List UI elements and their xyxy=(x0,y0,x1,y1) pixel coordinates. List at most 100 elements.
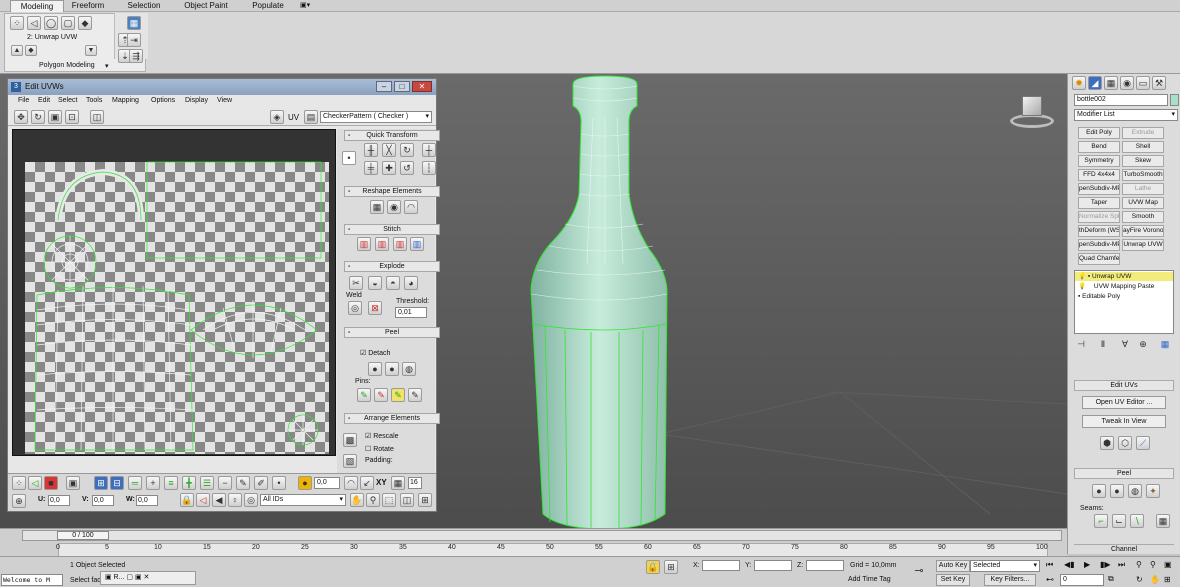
modifier-list-dropdown[interactable]: Modifier List ▾ xyxy=(1074,109,1178,121)
modifier-button[interactable]: Lathe xyxy=(1122,183,1164,195)
sel-element-icon[interactable]: ▣ xyxy=(66,476,80,490)
v-input[interactable]: 0,0 xyxy=(92,495,114,506)
explode-rollout[interactable]: - Explode xyxy=(344,261,440,272)
maximize-button[interactable]: □ xyxy=(394,81,410,92)
reshape-elements-rollout[interactable]: - Reshape Elements xyxy=(344,186,440,197)
tab-object-paint[interactable]: Object Paint xyxy=(178,0,234,12)
explode-icon[interactable]: ◕ xyxy=(404,276,418,290)
zoom-region-icon[interactable]: ⬚ xyxy=(382,493,396,507)
zoom-extents-icon[interactable]: ◫ xyxy=(400,493,414,507)
stitch-avg-icon[interactable]: ▥ xyxy=(375,237,389,251)
auto-key-button[interactable]: Auto Key xyxy=(936,560,970,572)
qt-align-h-icon[interactable]: ╫ xyxy=(364,143,378,157)
peel-rollout[interactable]: - Peel xyxy=(344,327,440,338)
tab-selection[interactable]: Selection xyxy=(122,0,166,12)
texture-lock-icon[interactable]: ▦ xyxy=(391,476,405,490)
plus-icon[interactable]: + xyxy=(146,476,160,490)
maximize-viewport-icon[interactable]: ▣ xyxy=(1164,560,1172,569)
sel-edge-icon[interactable]: ◁ xyxy=(28,476,42,490)
add-time-tag-button[interactable]: Add Time Tag xyxy=(848,576,891,583)
zoom-input[interactable]: 16 xyxy=(408,477,422,489)
modifier-button[interactable]: Edit Poly xyxy=(1078,127,1120,139)
channel-rollout-header[interactable]: Channel xyxy=(1074,544,1174,554)
x-coordinate-input[interactable] xyxy=(702,560,740,571)
rotate-icon[interactable]: ↻ xyxy=(31,110,45,124)
minimize-button[interactable]: – xyxy=(376,81,392,92)
object-name-input[interactable]: bottle002 xyxy=(1074,94,1168,106)
falloff-input[interactable]: 0,0 xyxy=(314,477,340,489)
threshold-input[interactable]: 0,01 xyxy=(395,307,427,318)
qt-align-icon[interactable]: • xyxy=(342,151,356,165)
arrange-elements-rollout[interactable]: - Arrange Elements xyxy=(344,413,440,424)
panel-dropdown-icon[interactable]: ▾ xyxy=(105,62,109,70)
stack-pin-icon[interactable]: ◆ xyxy=(25,45,37,56)
stack-select-icon[interactable]: ▦ xyxy=(127,16,141,30)
edit-uvws-window[interactable]: 3 Edit UVWs – □ ✕ File Edit Select Tools… xyxy=(7,78,440,512)
menu-mapping[interactable]: Mapping xyxy=(112,97,139,104)
falloff-space-icon[interactable]: ↙ xyxy=(360,476,374,490)
minus-icon[interactable]: − xyxy=(218,476,232,490)
uv-tool1-icon[interactable]: ⬢ xyxy=(1100,436,1114,450)
absolute-transform-icon[interactable]: ⊞ xyxy=(664,560,678,574)
peel-tool4-icon[interactable]: ✦ xyxy=(1146,484,1160,498)
weld-selected-icon[interactable]: ◎ xyxy=(348,301,362,315)
ids-dropdown[interactable]: All IDs ▾ xyxy=(260,494,346,506)
open-uv-editor-button[interactable]: Open UV Editor ... xyxy=(1082,396,1166,409)
zoom-viewport-icon[interactable]: ⚲ xyxy=(1136,560,1142,569)
menu-file[interactable]: File xyxy=(18,97,29,104)
pin-stack-icon[interactable]: ⊣ xyxy=(1074,338,1088,352)
freeze-icon[interactable]: ◀ xyxy=(212,493,226,507)
pan-icon[interactable]: ✋ xyxy=(350,493,364,507)
prev-frame-icon[interactable]: ◀▮ xyxy=(1064,560,1075,569)
light-icon[interactable]: ♀ xyxy=(228,493,242,507)
modifier-stack-label[interactable]: 2: Unwrap UVW xyxy=(27,34,77,41)
relax-icon[interactable]: ◉ xyxy=(387,200,401,214)
pan-view-icon[interactable]: ✋ xyxy=(1150,575,1160,584)
shrink-sel-icon[interactable]: ⊟ xyxy=(110,476,124,490)
stitch-rollout[interactable]: - Stitch xyxy=(344,224,440,235)
viewcube[interactable] xyxy=(1010,96,1054,130)
stitch-source-icon[interactable]: ▥ xyxy=(393,237,407,251)
xy-button[interactable]: XY xyxy=(376,478,387,487)
pin-icon[interactable]: ✎ xyxy=(357,388,371,402)
stack-item-editable-poly[interactable]: ▪ Editable Poly xyxy=(1075,292,1173,301)
break-icon[interactable]: ✂ xyxy=(349,276,363,290)
frame-input[interactable]: 0 xyxy=(1060,574,1104,586)
u-input[interactable]: 0,0 xyxy=(48,495,70,506)
zoom-icon[interactable]: ⚲ xyxy=(366,493,380,507)
show-end-result-icon[interactable]: Ⅱ xyxy=(1096,338,1110,352)
unpin-icon[interactable]: ✎ xyxy=(374,388,388,402)
ring-grow-icon[interactable]: ☰ xyxy=(200,476,214,490)
polygon-mode-icon[interactable]: ▢ xyxy=(61,16,75,30)
make-unique-icon[interactable]: ∀ xyxy=(1118,338,1132,352)
go-to-start-icon[interactable]: ⏮ xyxy=(1046,560,1053,570)
z-coordinate-input[interactable] xyxy=(806,560,844,571)
move-icon[interactable]: ✥ xyxy=(14,110,28,124)
peel-rollout-header[interactable]: Peel xyxy=(1074,468,1174,479)
modifier-button[interactable]: penSubdiv-MP xyxy=(1078,239,1120,251)
uvw-titlebar[interactable]: 3 Edit UVWs – □ ✕ xyxy=(8,79,436,95)
zoom-all-icon[interactable]: ⊞ xyxy=(418,493,432,507)
tab-modeling[interactable]: Modeling xyxy=(10,0,64,12)
bottle-mesh[interactable] xyxy=(525,74,685,534)
absolute-mode-icon[interactable]: ⊕ xyxy=(12,494,26,508)
motion-tab-icon[interactable]: ◉ xyxy=(1120,76,1134,90)
menu-tools[interactable]: Tools xyxy=(86,97,102,104)
hierarchy-tab-icon[interactable]: ▦ xyxy=(1104,76,1118,90)
loop-icon[interactable]: ⇶ xyxy=(129,49,143,63)
uv-editor-canvas[interactable] xyxy=(12,129,336,456)
peel-mode-icon[interactable]: ● xyxy=(385,362,399,376)
go-to-end-icon[interactable]: ⏭ xyxy=(1118,560,1125,570)
seam-tool2-icon[interactable]: ⌙ xyxy=(1112,514,1126,528)
pack-normalize-icon[interactable]: ▩ xyxy=(343,433,357,447)
soft-sel-icon[interactable]: ● xyxy=(298,476,312,490)
detach-edge-icon[interactable]: ◒ xyxy=(368,276,382,290)
zoom-all-viewports-icon[interactable]: ⚲ xyxy=(1150,560,1156,569)
rotate-checkbox[interactable]: ☐ Rotate xyxy=(365,445,394,453)
time-slider[interactable]: 0 / 100 xyxy=(22,530,1062,541)
tweak-in-view-button[interactable]: Tweak In View xyxy=(1082,415,1166,428)
fov-icon[interactable]: ⊞ xyxy=(1164,575,1171,584)
sel-face-icon[interactable]: ■ xyxy=(44,476,58,490)
modifier-button[interactable]: Skew xyxy=(1122,155,1164,167)
play-icon[interactable]: ▶ xyxy=(1084,560,1090,569)
